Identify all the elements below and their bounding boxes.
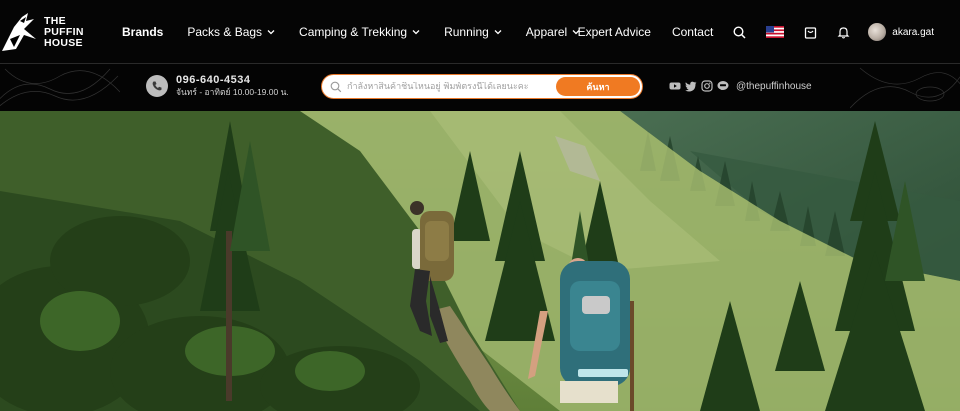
topographic-decoration — [0, 68, 120, 107]
nav-packs-bags-label: Packs & Bags — [187, 25, 263, 39]
nav-camping-trekking-label: Camping & Trekking — [299, 25, 408, 39]
hero-banner[interactable] — [0, 111, 960, 411]
instagram-icon[interactable] — [701, 80, 713, 92]
nav-brands-label: Brands — [122, 25, 164, 39]
main-menu: Brands Packs & Bags Camping & Trekking R… — [122, 0, 604, 64]
nav-brands[interactable]: Brands — [122, 25, 163, 39]
logo-line-2: PUFFIN — [44, 25, 84, 38]
username[interactable]: akara.gat — [892, 27, 934, 38]
contact-search-bar: 096-640-4534 จันทร์ - อาทิตย์ 10.00-19.0… — [0, 64, 960, 111]
opening-hours: จันทร์ - อาทิตย์ 10.00-19.00 น. — [176, 87, 289, 97]
nav-apparel[interactable]: Apparel — [526, 25, 580, 39]
search-icon — [330, 81, 342, 92]
avatar[interactable] — [868, 23, 887, 41]
logo-line-1: THE — [44, 14, 66, 27]
bell-icon[interactable] — [836, 25, 850, 39]
logo-line-3: HOUSE — [44, 36, 83, 49]
search-button[interactable]: ค้นหา — [556, 77, 640, 96]
search-icon[interactable] — [732, 25, 746, 39]
us-flag-icon[interactable] — [766, 26, 785, 38]
bag-icon[interactable] — [803, 25, 817, 39]
top-navigation: THE PUFFIN HOUSE Brands Packs & Bags Cam… — [0, 0, 960, 64]
social-links: @thepuffinhouse — [669, 80, 812, 92]
search-input[interactable] — [347, 81, 557, 92]
phone-icon — [146, 75, 168, 97]
chevron-down-icon — [494, 30, 502, 35]
nav-running-label: Running — [444, 25, 489, 39]
social-handle[interactable]: @thepuffinhouse — [736, 81, 812, 92]
line-icon[interactable] — [717, 80, 729, 92]
chevron-down-icon — [267, 30, 275, 35]
hero-image-hikers-on-mountain-trail — [0, 111, 960, 411]
nav-packs-bags[interactable]: Packs & Bags — [187, 25, 275, 39]
twitter-icon[interactable] — [685, 80, 697, 92]
search-bar: ค้นหา — [321, 74, 643, 99]
expert-advice-link[interactable]: Expert Advice — [578, 25, 651, 39]
nav-running[interactable]: Running — [444, 25, 502, 39]
logo-wordmark: THE PUFFIN HOUSE — [44, 14, 84, 49]
utility-menu: Expert Advice Contact akara.gat — [578, 0, 934, 64]
chevron-down-icon — [412, 30, 420, 35]
phone-contact[interactable]: 096-640-4534 จันทร์ - อาทิตย์ 10.00-19.0… — [146, 74, 289, 98]
youtube-icon[interactable] — [669, 80, 681, 92]
nav-camping-trekking[interactable]: Camping & Trekking — [299, 25, 420, 39]
contact-link[interactable]: Contact — [672, 25, 713, 39]
phone-number: 096-640-4534 — [176, 74, 251, 86]
puffin-logo-icon — [2, 13, 36, 51]
nav-apparel-label: Apparel — [525, 25, 568, 39]
logo[interactable]: THE PUFFIN HOUSE — [0, 8, 100, 56]
topographic-decoration — [850, 67, 960, 109]
